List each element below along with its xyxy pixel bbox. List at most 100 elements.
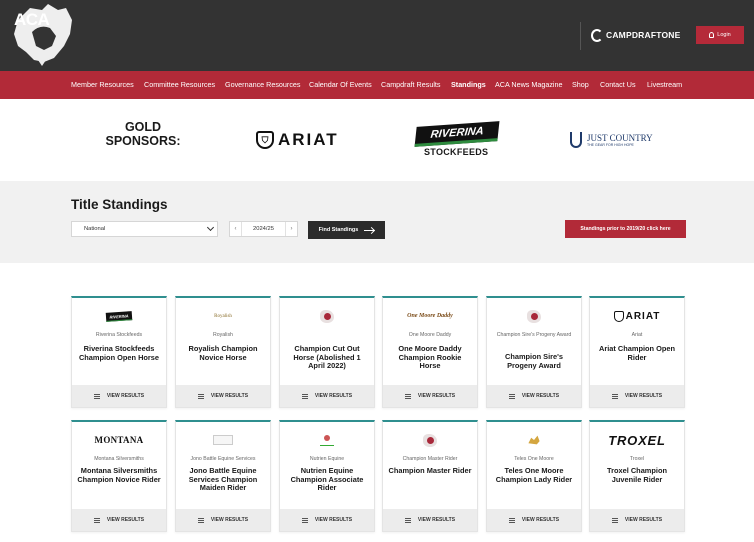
standings-card[interactable]: ARIAT Ariat Ariat Champion Open Rider VIEW … bbox=[589, 296, 685, 408]
view-results-button[interactable]: VIEW RESULTS bbox=[383, 509, 477, 531]
card-sponsor-label: Troxel bbox=[629, 456, 645, 462]
view-results-button[interactable]: VIEW RESULTS bbox=[590, 385, 684, 407]
season-prev-button[interactable]: ‹ bbox=[230, 222, 242, 236]
nav-item-committee-resources[interactable]: Committee Resources bbox=[144, 71, 215, 99]
page-title: Title Standings bbox=[71, 197, 168, 212]
standings-card[interactable]: Champion Cut Out Horse (Abolished 1 Apri… bbox=[279, 296, 375, 408]
card-title: Champion Master Rider bbox=[388, 466, 472, 475]
campdraftone-mark-icon bbox=[591, 28, 603, 42]
view-results-label: VIEW RESULTS bbox=[210, 517, 249, 523]
view-results-button[interactable]: VIEW RESULTS bbox=[176, 509, 270, 531]
view-results-button[interactable]: VIEW RESULTS bbox=[487, 509, 581, 531]
view-results-button[interactable]: VIEW RESULTS bbox=[280, 509, 374, 531]
list-icon bbox=[404, 517, 411, 523]
riverina-wordmark: RIVERINA bbox=[414, 121, 500, 147]
nav-item-campdraft-results[interactable]: Campdraft Results bbox=[381, 71, 441, 99]
aca-logo bbox=[280, 308, 374, 324]
gold-sponsors-heading: GOLD SPONSORS: bbox=[105, 120, 181, 148]
ariat-horse-icon bbox=[613, 310, 624, 322]
campdraftone-logo[interactable]: CAMPDRAFTONE bbox=[591, 27, 681, 43]
standings-card[interactable]: Royalish Royalish Royalish Champion Novice… bbox=[175, 296, 271, 408]
list-icon bbox=[93, 517, 100, 523]
card-title: Ariat Champion Open Rider bbox=[599, 344, 675, 362]
royalish-logo: Royalish bbox=[176, 308, 270, 324]
card-title: Teles One Moore Champion Lady Rider bbox=[495, 466, 573, 484]
riverina-sponsor-logo[interactable]: RIVERINA STOCKFEEDS bbox=[414, 121, 500, 160]
season-value[interactable]: 2024/25 bbox=[242, 226, 285, 232]
arrow-right-icon bbox=[364, 229, 375, 231]
card-title: Riverina Stockfeeds Champion Open Horse bbox=[78, 344, 160, 362]
card-sponsor-label: Riverina Stockfeeds bbox=[95, 332, 143, 338]
jono-battle-logo bbox=[176, 432, 270, 448]
nav-item-member-resources[interactable]: Member Resources bbox=[71, 71, 134, 99]
nav-item-shop[interactable]: Shop bbox=[572, 71, 589, 99]
season-next-button[interactable]: › bbox=[285, 222, 297, 236]
aca-logo[interactable]: ACA bbox=[8, 2, 76, 68]
troxel-logo: TROXEL bbox=[590, 432, 684, 448]
list-icon bbox=[508, 393, 515, 399]
nav-item-governance-resources[interactable]: Governance Resources bbox=[225, 71, 301, 99]
standings-card[interactable]: MONTANA Montana Silversmiths Montana Silve… bbox=[71, 420, 167, 532]
jono-battle-badge-icon bbox=[213, 435, 233, 445]
teles-logo bbox=[487, 432, 581, 448]
list-icon bbox=[508, 517, 515, 523]
view-results-label: VIEW RESULTS bbox=[417, 517, 456, 523]
aca-horse-icon bbox=[527, 309, 541, 323]
list-icon bbox=[404, 393, 411, 399]
ariat-sponsor-logo[interactable]: ⛉ ARIAT bbox=[256, 130, 339, 150]
nav-item-aca-news-magazine[interactable]: ACA News Magazine bbox=[495, 71, 563, 99]
user-icon bbox=[709, 32, 715, 38]
list-icon bbox=[611, 517, 618, 523]
standings-card[interactable]: Champion Sire's Progeny Award Champion Si… bbox=[486, 296, 582, 408]
view-results-label: VIEW RESULTS bbox=[314, 517, 353, 523]
standings-card[interactable]: Jono Battle Equine Services Jono Battle E… bbox=[175, 420, 271, 532]
standings-card[interactable]: RIVERINA Riverina Stockfeeds Riverina Stoc… bbox=[71, 296, 167, 408]
standings-card[interactable]: TROXEL Troxel Troxel Champion Juvenile Rid… bbox=[589, 420, 685, 532]
card-title: Montana Silversmiths Champion Novice Rid… bbox=[77, 466, 161, 484]
card-title: One Moore Daddy Champion Rookie Horse bbox=[398, 344, 462, 371]
ariat-wordmark: ARIAT bbox=[278, 130, 339, 149]
aca-logo bbox=[487, 308, 581, 324]
list-icon bbox=[301, 393, 308, 399]
competition-select[interactable]: National bbox=[71, 221, 218, 237]
view-results-label: VIEW RESULTS bbox=[106, 517, 145, 523]
standings-card[interactable]: Champion Master Rider Champion Master Rid… bbox=[382, 420, 478, 532]
ariat-logo: ARIAT bbox=[590, 308, 684, 324]
standings-card[interactable]: One Moore Daddy One Moore Daddy One Moore … bbox=[382, 296, 478, 408]
royalish-mini-wordmark: Royalish bbox=[214, 313, 232, 319]
nutrien-leaf-icon bbox=[320, 434, 334, 446]
standings-card[interactable]: Nutrien Equine Nutrien Equine Champion As… bbox=[279, 420, 375, 532]
montana-logo: MONTANA bbox=[72, 432, 166, 448]
card-sponsor-label: Montana Silversmiths bbox=[94, 456, 144, 462]
chevron-down-icon bbox=[206, 223, 215, 232]
view-results-button[interactable]: VIEW RESULTS bbox=[383, 385, 477, 407]
card-title: Champion Cut Out Horse (Abolished 1 Apri… bbox=[293, 344, 361, 371]
view-results-button[interactable]: VIEW RESULTS bbox=[176, 385, 270, 407]
riverina-logo: RIVERINA bbox=[72, 308, 166, 324]
nav-item-standings[interactable]: Standings bbox=[451, 71, 486, 99]
view-results-button[interactable]: VIEW RESULTS bbox=[72, 385, 166, 407]
view-results-button[interactable]: VIEW RESULTS bbox=[280, 385, 374, 407]
find-standings-button[interactable]: Find Standings bbox=[308, 221, 385, 239]
list-icon bbox=[197, 393, 204, 399]
prior-standings-button[interactable]: Standings prior to 2019/20 click here bbox=[565, 220, 686, 238]
nav-item-livestream[interactable]: Livestream bbox=[647, 71, 682, 99]
just-country-sponsor-logo[interactable]: JUST COUNTRY THE GEAR FOR HIGH HOPE bbox=[570, 131, 653, 149]
find-standings-label: Find Standings bbox=[318, 227, 359, 233]
view-results-button[interactable]: VIEW RESULTS bbox=[487, 385, 581, 407]
card-sponsor-label: Champion Master Rider bbox=[402, 456, 458, 462]
top-bar: ACA CAMPDRAFTONE Login bbox=[0, 0, 754, 71]
ariat-mini-wordmark: ARIAT bbox=[625, 310, 661, 322]
view-results-label: VIEW RESULTS bbox=[417, 393, 456, 399]
login-button[interactable]: Login bbox=[696, 26, 744, 44]
card-title: Royalish Champion Novice Horse bbox=[188, 344, 258, 362]
standings-card[interactable]: Teles One Moore Teles One Moore Champion … bbox=[486, 420, 582, 532]
login-label: Login bbox=[717, 32, 731, 38]
view-results-button[interactable]: VIEW RESULTS bbox=[72, 509, 166, 531]
nav-item-calendar-of-events[interactable]: Calendar Of Events bbox=[309, 71, 372, 99]
topbar-divider bbox=[580, 22, 581, 50]
nav-item-contact-us[interactable]: Contact Us bbox=[600, 71, 636, 99]
view-results-button[interactable]: VIEW RESULTS bbox=[590, 509, 684, 531]
aca-horse-icon bbox=[320, 309, 334, 323]
card-sponsor-label: Nutrien Equine bbox=[309, 456, 345, 462]
